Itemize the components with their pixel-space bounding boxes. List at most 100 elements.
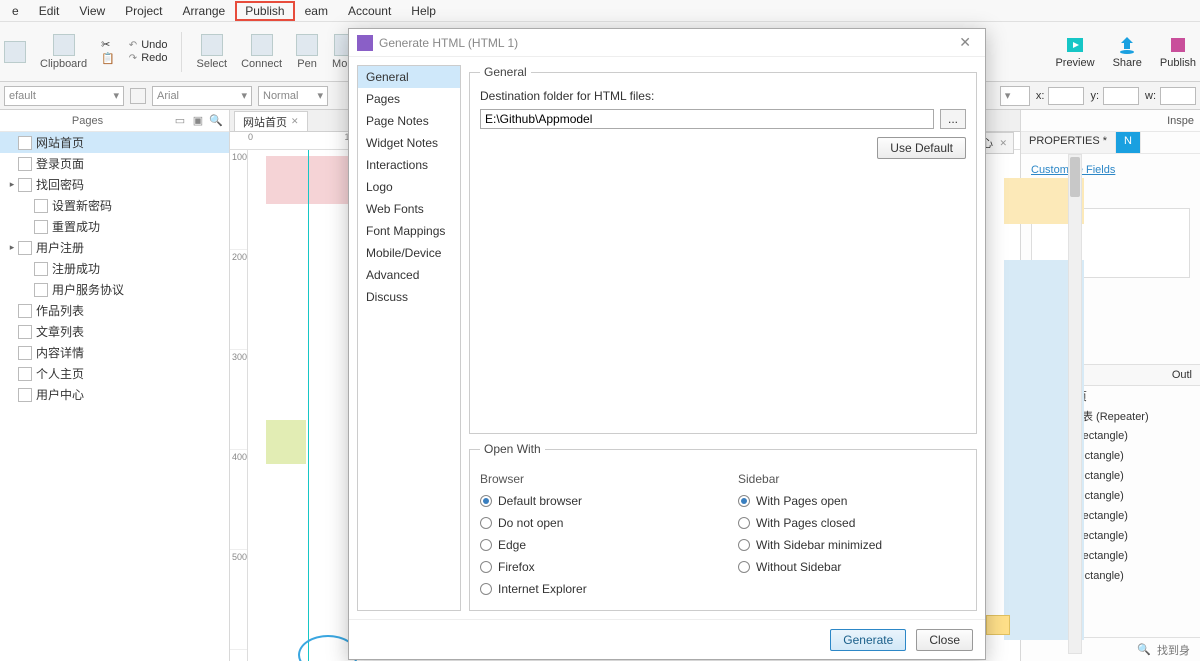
style-select[interactable]: efault▾ xyxy=(4,86,124,106)
openwith-legend: Open With xyxy=(480,442,545,456)
page-item[interactable]: 重置成功 xyxy=(0,216,229,237)
menu-e[interactable]: e xyxy=(2,1,29,21)
menu-edit[interactable]: Edit xyxy=(29,1,70,21)
tab-properties[interactable]: PROPERTIES * xyxy=(1021,132,1116,153)
app-logo-icon xyxy=(357,35,373,51)
pages-tree[interactable]: 网站首页登录页面▸找回密码设置新密码重置成功▸用户注册注册成功用户服务协议作品列… xyxy=(0,132,229,661)
browser-col-label: Browser xyxy=(480,472,708,486)
w-input[interactable] xyxy=(1160,87,1196,105)
dialog-side-web-fonts[interactable]: Web Fonts xyxy=(358,198,460,220)
sidebar-option[interactable]: Without Sidebar xyxy=(738,556,966,578)
preview-button[interactable]: Preview xyxy=(1055,35,1094,69)
generate-button[interactable]: Generate xyxy=(830,629,906,651)
canvas-scrollbar[interactable] xyxy=(1068,154,1082,654)
add-page-icon[interactable]: ▭ xyxy=(173,114,187,128)
inspector-header: Inspe xyxy=(1167,115,1194,127)
share-button[interactable]: Share xyxy=(1113,35,1142,69)
dialog-side-interactions[interactable]: Interactions xyxy=(358,154,460,176)
dest-label: Destination folder for HTML files: xyxy=(480,89,966,103)
pen-label: Pen xyxy=(297,58,317,70)
menu-account[interactable]: Account xyxy=(338,1,401,21)
connect-label: Connect xyxy=(241,58,282,70)
select-label: Select xyxy=(196,58,227,70)
dialog-sidebar[interactable]: GeneralPagesPage NotesWidget NotesIntera… xyxy=(357,65,461,611)
menu-help[interactable]: Help xyxy=(401,1,446,21)
dialog-side-font-mappings[interactable]: Font Mappings xyxy=(358,220,460,242)
dialog-side-advanced[interactable]: Advanced xyxy=(358,264,460,286)
dialog-side-general[interactable]: General xyxy=(358,66,460,88)
menu-view[interactable]: View xyxy=(69,1,115,21)
tab-notes[interactable]: N xyxy=(1116,132,1141,153)
use-default-button[interactable]: Use Default xyxy=(877,137,966,159)
undo-label: Undo xyxy=(141,39,167,51)
tool-new[interactable] xyxy=(4,41,26,63)
openwith-group: Open With Browser Default browserDo not … xyxy=(469,442,977,611)
close-button[interactable]: Close xyxy=(916,629,973,651)
page-item[interactable]: 文章列表 xyxy=(0,321,229,342)
y-label: y: xyxy=(1090,90,1099,102)
canvas-guide[interactable] xyxy=(308,150,309,661)
browser-option[interactable]: Default browser xyxy=(480,490,708,512)
search-icon[interactable]: 🔍 xyxy=(1137,643,1151,656)
sidebar-option[interactable]: With Sidebar minimized xyxy=(738,534,966,556)
canvas-tab[interactable]: 网站首页✕ xyxy=(234,111,308,131)
x-input[interactable] xyxy=(1048,87,1084,105)
dialog-side-logo[interactable]: Logo xyxy=(358,176,460,198)
find-row: 🔍 找到身 xyxy=(1021,637,1200,661)
canvas-shape-green[interactable] xyxy=(266,420,306,464)
page-item[interactable]: 登录页面 xyxy=(0,153,229,174)
menu-bar: eEditViewProjectArrangePublisheamAccount… xyxy=(0,0,1200,22)
weight-select[interactable]: Normal▾ xyxy=(258,86,328,106)
sidebar-option[interactable]: With Pages open xyxy=(738,490,966,512)
browse-button[interactable]: ... xyxy=(940,109,966,129)
page-item[interactable]: 个人主页 xyxy=(0,363,229,384)
close-icon[interactable]: ✕ xyxy=(953,32,977,53)
canvas-shape-pink[interactable] xyxy=(266,156,352,204)
tool-select[interactable]: Select xyxy=(196,34,227,70)
tool-cutcopy[interactable]: ✂ 📋 xyxy=(101,38,115,65)
dest-folder-input[interactable] xyxy=(480,109,934,129)
undo-button[interactable]: ↶Undo xyxy=(129,39,168,51)
dialog-side-page-notes[interactable]: Page Notes xyxy=(358,110,460,132)
share-label: Share xyxy=(1113,57,1142,69)
font-select[interactable]: Arial▾ xyxy=(152,86,252,106)
browser-option[interactable]: Do not open xyxy=(480,512,708,534)
page-item[interactable]: 用户中心 xyxy=(0,384,229,405)
menu-arrange[interactable]: Arrange xyxy=(173,1,236,21)
page-item[interactable]: 设置新密码 xyxy=(0,195,229,216)
dialog-side-widget-notes[interactable]: Widget Notes xyxy=(358,132,460,154)
menu-publish[interactable]: Publish xyxy=(235,1,294,21)
general-group: General Destination folder for HTML file… xyxy=(469,65,977,434)
dialog-side-discuss[interactable]: Discuss xyxy=(358,286,460,308)
x-label: x: xyxy=(1036,90,1045,102)
bg-note-icon xyxy=(986,615,1010,635)
page-item[interactable]: 内容详情 xyxy=(0,342,229,363)
y-input[interactable] xyxy=(1103,87,1139,105)
redo-button[interactable]: ↷Redo xyxy=(129,52,168,64)
page-item[interactable]: 用户服务协议 xyxy=(0,279,229,300)
page-item[interactable]: ▸用户注册 xyxy=(0,237,229,258)
page-item[interactable]: 网站首页 xyxy=(0,132,229,153)
dialog-side-mobile-device[interactable]: Mobile/Device xyxy=(358,242,460,264)
pages-panel-title: Pages xyxy=(6,115,169,127)
publish-button[interactable]: Publish xyxy=(1160,35,1196,69)
menu-project[interactable]: Project xyxy=(115,1,172,21)
page-item[interactable]: 注册成功 xyxy=(0,258,229,279)
add-folder-icon[interactable]: ▣ xyxy=(191,114,205,128)
dialog-titlebar: Generate HTML (HTML 1) ✕ xyxy=(349,29,985,57)
page-item[interactable]: 作品列表 xyxy=(0,300,229,321)
dialog-side-pages[interactable]: Pages xyxy=(358,88,460,110)
format-painter-icon[interactable] xyxy=(130,88,146,104)
menu-eam[interactable]: eam xyxy=(295,1,338,21)
zoom-select[interactable]: ▾ xyxy=(1000,86,1030,106)
tool-clipboard[interactable]: Clipboard xyxy=(40,34,87,70)
browser-option[interactable]: Firefox xyxy=(480,556,708,578)
sidebar-option[interactable]: With Pages closed xyxy=(738,512,966,534)
outline-header: Outl xyxy=(1172,369,1192,381)
search-icon[interactable]: 🔍 xyxy=(209,114,223,128)
browser-option[interactable]: Internet Explorer xyxy=(480,578,708,600)
tool-connect[interactable]: Connect xyxy=(241,34,282,70)
browser-option[interactable]: Edge xyxy=(480,534,708,556)
page-item[interactable]: ▸找回密码 xyxy=(0,174,229,195)
tool-pen[interactable]: Pen xyxy=(296,34,318,70)
